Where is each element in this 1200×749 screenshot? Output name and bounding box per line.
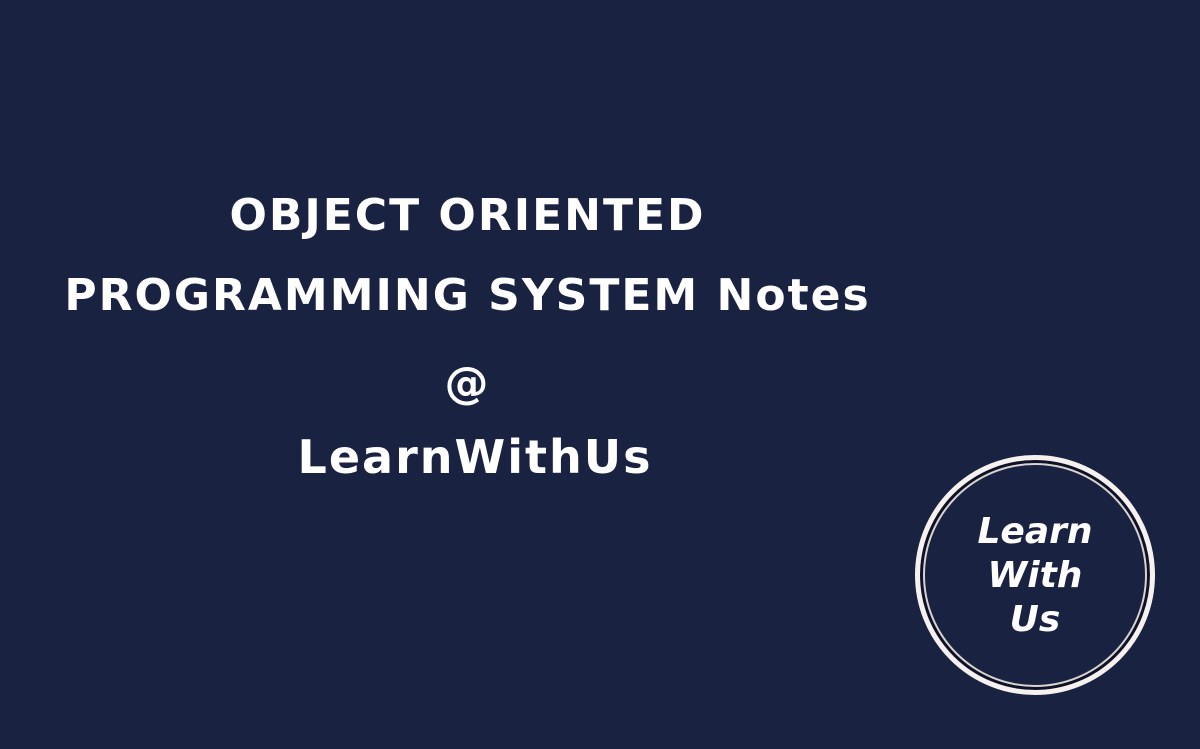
learnwithus-logo: Learn With Us bbox=[915, 455, 1155, 695]
brand-name: LearnWithUs bbox=[297, 430, 653, 484]
logo-line-3: Us bbox=[1009, 599, 1061, 640]
logo-text: Learn With Us bbox=[920, 510, 1150, 642]
logo-line-1: Learn bbox=[977, 511, 1093, 552]
at-symbol: @ bbox=[444, 358, 491, 409]
title-line-2: PROGRAMMING SYSTEM Notes bbox=[64, 270, 871, 321]
logo-line-2: With bbox=[987, 555, 1083, 596]
title-line-1: OBJECT ORIENTED bbox=[229, 190, 706, 241]
